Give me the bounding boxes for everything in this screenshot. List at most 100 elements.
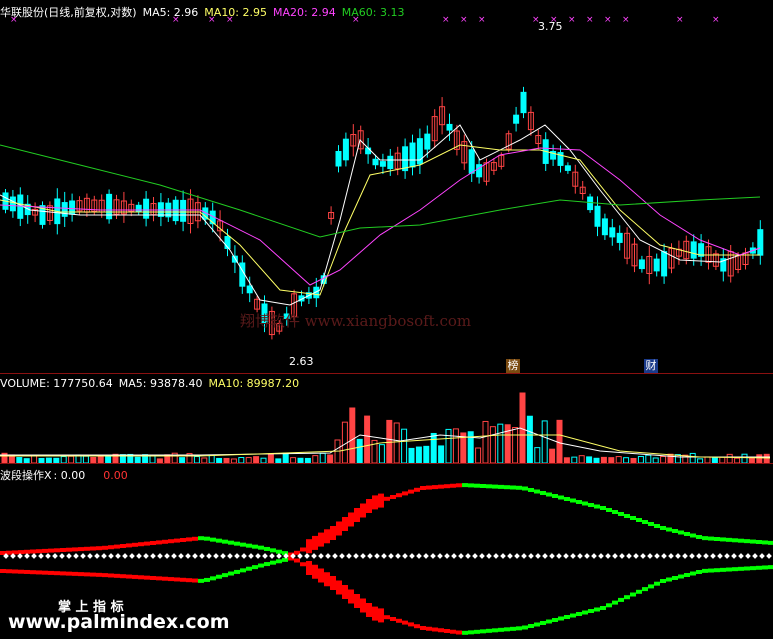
wave-upper-segment: [114, 544, 120, 549]
wave-upper-segment: [492, 484, 498, 489]
wave-upper-segment: [744, 539, 750, 544]
wave-lower-segment: [156, 576, 162, 581]
wave-upper-segment: [162, 539, 168, 544]
wave-lower-segment: [486, 628, 492, 633]
wave-lower-segment: [258, 563, 264, 568]
price-chart-pane[interactable]: 华联股份(日线,前复权,对数) MA5: 2.96 MA10: 2.95 MA20: …: [0, 0, 773, 373]
wave-lower-segment: [582, 610, 588, 615]
wave-lower-segment: [552, 618, 558, 622]
zero-line-dot: [157, 553, 163, 559]
wave-lower-segment: [90, 572, 96, 577]
zero-line-dot: [227, 553, 233, 559]
zero-line-dot: [206, 553, 212, 559]
wave-lower-segment: [714, 568, 720, 573]
wave-lower-segment: [744, 566, 750, 571]
zero-line-dot: [199, 553, 205, 559]
wave-upper-segment: [606, 508, 612, 512]
zero-line-dot: [94, 553, 100, 559]
zero-line-dot: [262, 553, 268, 559]
volume-bars[interactable]: [0, 373, 773, 463]
wave-lower-segment: [204, 577, 210, 582]
wave-lower-segment: [408, 622, 414, 627]
wave-upper-segment: [414, 487, 420, 492]
wave-upper-segment: [702, 536, 708, 541]
wave-lower-segment: [708, 568, 714, 573]
signal-mark: ×: [208, 15, 216, 25]
zero-line-dot: [318, 553, 324, 559]
wave-lower-segment: [132, 574, 138, 579]
wave-lower-segment: [312, 564, 318, 579]
wave-upper-segment: [444, 484, 450, 489]
candle-body: [424, 133, 431, 150]
wave-lower-segment: [600, 606, 606, 610]
wave-indicator-pane[interactable]: 波段操作X: 0.00 0.00 掌 上 指 标 www.palmindex.co…: [0, 463, 773, 639]
zero-line-dot: [143, 553, 149, 559]
volume-bar: [541, 420, 548, 463]
wave-upper-segment: [264, 546, 270, 551]
wave-lower-segment: [126, 574, 132, 579]
zero-line-dot: [31, 553, 37, 559]
wave-upper-segment: [540, 491, 546, 495]
wave-upper-segment: [396, 493, 402, 498]
zero-line-dot: [619, 553, 625, 559]
wave-lower-segment: [474, 629, 480, 634]
wave-upper-segment: [522, 486, 528, 491]
wave-upper-segment: [318, 532, 324, 547]
zero-line-dot: [150, 553, 156, 559]
signal-mark: ×: [226, 15, 234, 25]
wave-upper-segment: [474, 483, 480, 488]
candle-body: [342, 138, 349, 161]
wave-upper-segment: [234, 541, 240, 546]
wave-lower-segment: [102, 573, 108, 578]
zero-line-dot: [486, 553, 492, 559]
signal-mark: ×: [442, 15, 450, 25]
signal-mark: ×: [172, 15, 180, 25]
wave-upper-segment: [216, 538, 222, 543]
zero-line-dot: [115, 553, 121, 559]
candle-body: [564, 165, 571, 171]
wave-upper-segment: [270, 548, 276, 553]
wave-lower-segment: [0, 569, 6, 573]
volume-bar: [68, 455, 75, 463]
wave-upper-segment: [456, 483, 462, 488]
wave-upper-segment: [438, 484, 444, 489]
wave-lower-segment: [138, 575, 144, 580]
wave-upper-segment: [666, 527, 672, 532]
zero-line-dot: [122, 553, 128, 559]
rank-badge[interactable]: 榜: [506, 359, 520, 373]
volume-bar: [386, 419, 393, 463]
finance-badge[interactable]: 财: [644, 359, 658, 373]
volume-pane[interactable]: VOLUME: 177750.64 MA5: 93878.40 MA10: 8998…: [0, 373, 773, 463]
wave-upper-segment: [156, 540, 162, 545]
zero-line-dot: [248, 553, 254, 559]
zero-line-dot: [563, 553, 569, 559]
zero-line-dot: [24, 553, 30, 559]
wave-upper-segment: [462, 483, 468, 488]
wave-lower-segment: [84, 572, 90, 577]
wave-upper-segment: [330, 526, 336, 540]
wave-upper-segment: [552, 494, 558, 498]
volume-bar: [475, 447, 482, 463]
wave-upper-segment: [660, 526, 666, 530]
wave-upper-segment: [168, 539, 174, 544]
volume-bar: [726, 453, 733, 463]
wave-lower-segment: [558, 616, 564, 621]
wave-lower-segment: [234, 569, 240, 574]
wave-lower-segment: [6, 569, 12, 574]
wave-upper-segment: [138, 542, 144, 547]
wave-upper-segment: [336, 521, 342, 536]
wave-upper-segment: [348, 512, 354, 527]
wave-upper-segment: [78, 547, 84, 552]
zero-line-dot: [507, 553, 513, 559]
wave-upper-segment: [18, 550, 24, 555]
wave-upper-segment: [204, 536, 210, 541]
wave-lower-segment: [378, 608, 384, 623]
wave-upper-segment: [72, 547, 78, 552]
wave-upper-segment: [102, 545, 108, 550]
volume-bar: [452, 428, 459, 463]
wave-upper-segment: [726, 537, 732, 542]
zero-line-dot: [710, 553, 716, 559]
zero-line-dot: [136, 553, 142, 559]
candle-body: [513, 114, 520, 124]
wave-lower-segment: [648, 584, 654, 589]
